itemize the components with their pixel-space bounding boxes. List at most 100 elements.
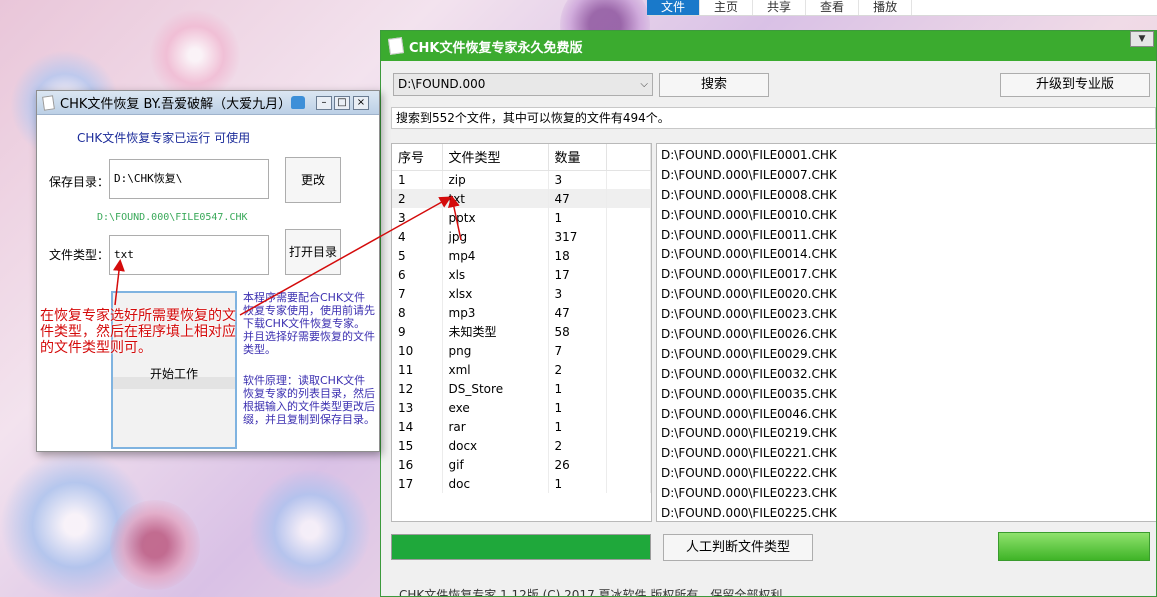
column-header-type[interactable]: 文件类型 [442,144,549,171]
table-cell-count: 1 [548,474,607,493]
table-cell-type: DS_Store [442,379,549,398]
list-item[interactable]: D:\FOUND.000\FILE0026.CHK [657,325,1156,345]
file-type-table[interactable]: 序号 文件类型 数量 1 zip 3 2 txt 47 3 pptx 1 4 jpg 317 5 mp4 1… [391,143,652,522]
list-item[interactable]: D:\FOUND.000\FILE0014.CHK [657,245,1156,265]
table-cell-index: 2 [392,189,443,208]
table-row[interactable]: 9 未知类型 58 [392,322,651,341]
table-row[interactable]: 5 mp4 18 [392,246,651,265]
table-cell-type: zip [442,170,549,189]
table-cell-count: 58 [548,322,607,341]
table-cell-type: xls [442,265,549,284]
table-row[interactable]: 1 zip 3 [392,170,651,189]
ribbon-tab-file[interactable]: 文件 [647,0,701,15]
table-row[interactable]: 2 txt 47 [392,189,651,208]
helper-title-bar[interactable]: CHK文件恢复 BY.吾爱破解（大爱九月） – □ × [37,91,379,115]
list-item[interactable]: D:\FOUND.000\FILE0221.CHK [657,444,1156,464]
helper-window-title: CHK文件恢复 BY.吾爱破解（大爱九月） [60,97,292,112]
table-cell-type: png [442,341,549,360]
chevron-down-icon[interactable]: ⌵ [640,74,648,95]
list-item[interactable]: D:\FOUND.000\FILE0001.CHK [657,146,1156,166]
table-cell-count: 47 [548,189,607,208]
table-cell-index: 13 [392,398,443,417]
table-cell-count: 26 [548,455,607,474]
copyright-footer: CHK文件恢复专家 1.12版 (C) 2017 夏冰软件 版权所有，保留全部权… [399,588,783,597]
table-row[interactable]: 4 jpg 317 [392,227,651,246]
list-item[interactable]: D:\FOUND.000\FILE0023.CHK [657,305,1156,325]
open-dir-button[interactable]: 打开目录 [285,229,341,275]
annotation-text: 在恢复专家选好所需要恢复的文件类型，然后在程序填上相对应的文件类型则可。 [40,308,236,356]
list-item[interactable]: D:\FOUND.000\FILE0219.CHK [657,424,1156,444]
table-cell-index: 12 [392,379,443,398]
info-usage: 本程序需要配合CHK文件恢复专家使用，使用前请先下载CHK文件恢复专家。并且选择… [243,291,375,356]
table-cell-count: 1 [548,208,607,227]
ribbon-tab-play[interactable]: 播放 [859,0,913,15]
table-cell-index: 3 [392,208,443,227]
main-title-bar[interactable]: CHK文件恢复专家永久免费版 ▼ [381,31,1156,61]
list-item[interactable]: D:\FOUND.000\FILE0029.CHK [657,345,1156,365]
table-row[interactable]: 6 xls 17 [392,265,651,284]
list-item[interactable]: D:\FOUND.000\FILE0223.CHK [657,484,1156,504]
path-select[interactable]: D:\FOUND.000 ⌵ [393,73,653,96]
recover-button[interactable] [998,532,1150,561]
file-type-input[interactable]: txt [109,235,269,275]
minimize-button[interactable]: – [316,96,332,110]
table-cell-empty [606,341,651,360]
explorer-ribbon: 文件 主页 共享 查看 播放 [647,0,1157,16]
close-button[interactable]: × [353,96,369,110]
helper-window: CHK文件恢复 BY.吾爱破解（大爱九月） – □ × CHK文件恢复专家已运行… [36,90,380,452]
table-row[interactable]: 7 xlsx 3 [392,284,651,303]
table-cell-empty [606,208,651,227]
change-dir-button[interactable]: 更改 [285,157,341,203]
table-cell-index: 16 [392,455,443,474]
progress-fill [392,535,650,559]
table-cell-count: 1 [548,379,607,398]
maximize-button[interactable]: □ [334,96,350,110]
chevron-down-icon[interactable]: ▼ [1130,31,1154,47]
save-dir-input[interactable]: D:\CHK恢复\ [109,159,269,199]
column-header-count[interactable]: 数量 [548,144,607,171]
list-item[interactable]: D:\FOUND.000\FILE0225.CHK [657,504,1156,521]
table-cell-empty [606,189,651,208]
wallpaper-flower [150,10,240,100]
ribbon-tab-share[interactable]: 共享 [753,0,807,15]
table-row[interactable]: 3 pptx 1 [392,208,651,227]
table-cell-count: 2 [548,436,607,455]
table-cell-empty [606,265,651,284]
search-button[interactable]: 搜索 [659,73,769,97]
ribbon-tab-view[interactable]: 查看 [806,0,860,15]
ribbon-tab-home[interactable]: 主页 [700,0,754,15]
manual-detect-button[interactable]: 人工判断文件类型 [663,534,813,561]
main-window-title: CHK文件恢复专家永久免费版 [409,40,583,56]
list-item[interactable]: D:\FOUND.000\FILE0008.CHK [657,186,1156,206]
list-item[interactable]: D:\FOUND.000\FILE0011.CHK [657,226,1156,246]
table-row[interactable]: 16 gif 26 [392,455,651,474]
table-row[interactable]: 11 xml 2 [392,360,651,379]
table-row[interactable]: 10 png 7 [392,341,651,360]
table-row[interactable]: 17 doc 1 [392,474,651,493]
table-cell-type: docx [442,436,549,455]
document-icon [42,94,55,111]
list-item[interactable]: D:\FOUND.000\FILE0032.CHK [657,365,1156,385]
table-cell-count: 18 [548,246,607,265]
file-list[interactable]: D:\FOUND.000\FILE0001.CHK D:\FOUND.000\FI… [656,143,1156,522]
column-header-index[interactable]: 序号 [392,144,443,171]
table-row[interactable]: 14 rar 1 [392,417,651,436]
skin-icon[interactable] [291,96,305,109]
table-row[interactable]: 12 DS_Store 1 [392,379,651,398]
helper-body: CHK文件恢复专家已运行 可使用 保存目录： D:\CHK恢复\ 更改 D:\F… [37,115,379,451]
file-type-label: 文件类型： [49,248,110,262]
table-row[interactable]: 13 exe 1 [392,398,651,417]
list-item[interactable]: D:\FOUND.000\FILE0035.CHK [657,385,1156,405]
list-item[interactable]: D:\FOUND.000\FILE0222.CHK [657,464,1156,484]
table-row[interactable]: 15 docx 2 [392,436,651,455]
current-file-text: D:\FOUND.000\FILE0547.CHK [97,212,248,223]
list-item[interactable]: D:\FOUND.000\FILE0046.CHK [657,405,1156,425]
list-item[interactable]: D:\FOUND.000\FILE0020.CHK [657,285,1156,305]
list-item[interactable]: D:\FOUND.000\FILE0007.CHK [657,166,1156,186]
list-item[interactable]: D:\FOUND.000\FILE0017.CHK [657,265,1156,285]
list-item[interactable]: D:\FOUND.000\FILE0010.CHK [657,206,1156,226]
table-cell-empty [606,303,651,322]
table-row[interactable]: 8 mp3 47 [392,303,651,322]
table-cell-empty [606,455,651,474]
upgrade-button[interactable]: 升级到专业版 [1000,73,1150,97]
